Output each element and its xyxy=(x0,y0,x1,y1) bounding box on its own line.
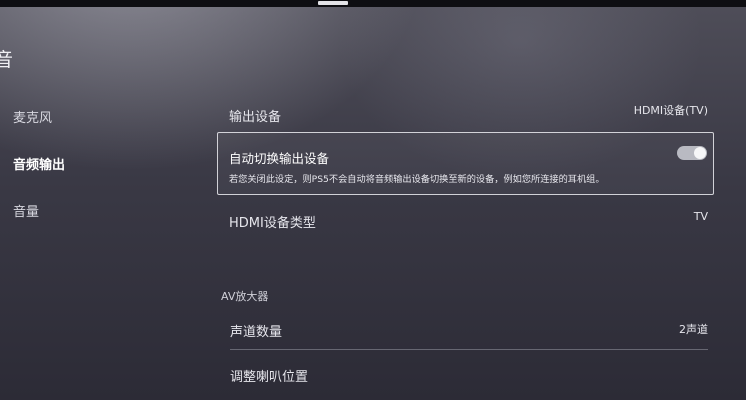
sidebar-item-volume[interactable]: 音量 xyxy=(13,201,39,220)
auto-switch-toggle[interactable] xyxy=(677,146,707,160)
output-device-value: HDMI设备(TV) xyxy=(633,104,708,117)
setting-row-auto-switch[interactable]: 自动切换输出设备 若您关闭此设定，则PS5不会自动将音频输出设备切换至新的设备，… xyxy=(217,132,714,195)
auto-switch-description: 若您关闭此设定，则PS5不会自动将音频输出设备切换至新的设备，例如您所连接的耳机… xyxy=(229,174,605,185)
section-title-av-amp: AV放大器 xyxy=(221,290,269,303)
toggle-knob xyxy=(694,147,706,159)
channels-value: 2声道 xyxy=(679,323,708,336)
hdmi-type-label: HDMI设备类型 xyxy=(229,216,316,231)
divider xyxy=(230,349,708,350)
output-device-label: 输出设备 xyxy=(229,110,282,125)
sidebar-item-audio-output[interactable]: 音频输出 xyxy=(13,154,65,173)
bezel-light-reflection xyxy=(318,1,348,5)
auto-switch-label: 自动切换输出设备 xyxy=(229,151,330,166)
screen-bezel xyxy=(0,0,746,7)
channels-label: 声道数量 xyxy=(230,325,283,340)
page-title: 音 xyxy=(0,49,14,71)
sidebar-item-microphone[interactable]: 麦克风 xyxy=(13,107,52,126)
hdmi-type-value: TV xyxy=(693,210,708,223)
speaker-position-label: 调整喇叭位置 xyxy=(230,370,309,385)
